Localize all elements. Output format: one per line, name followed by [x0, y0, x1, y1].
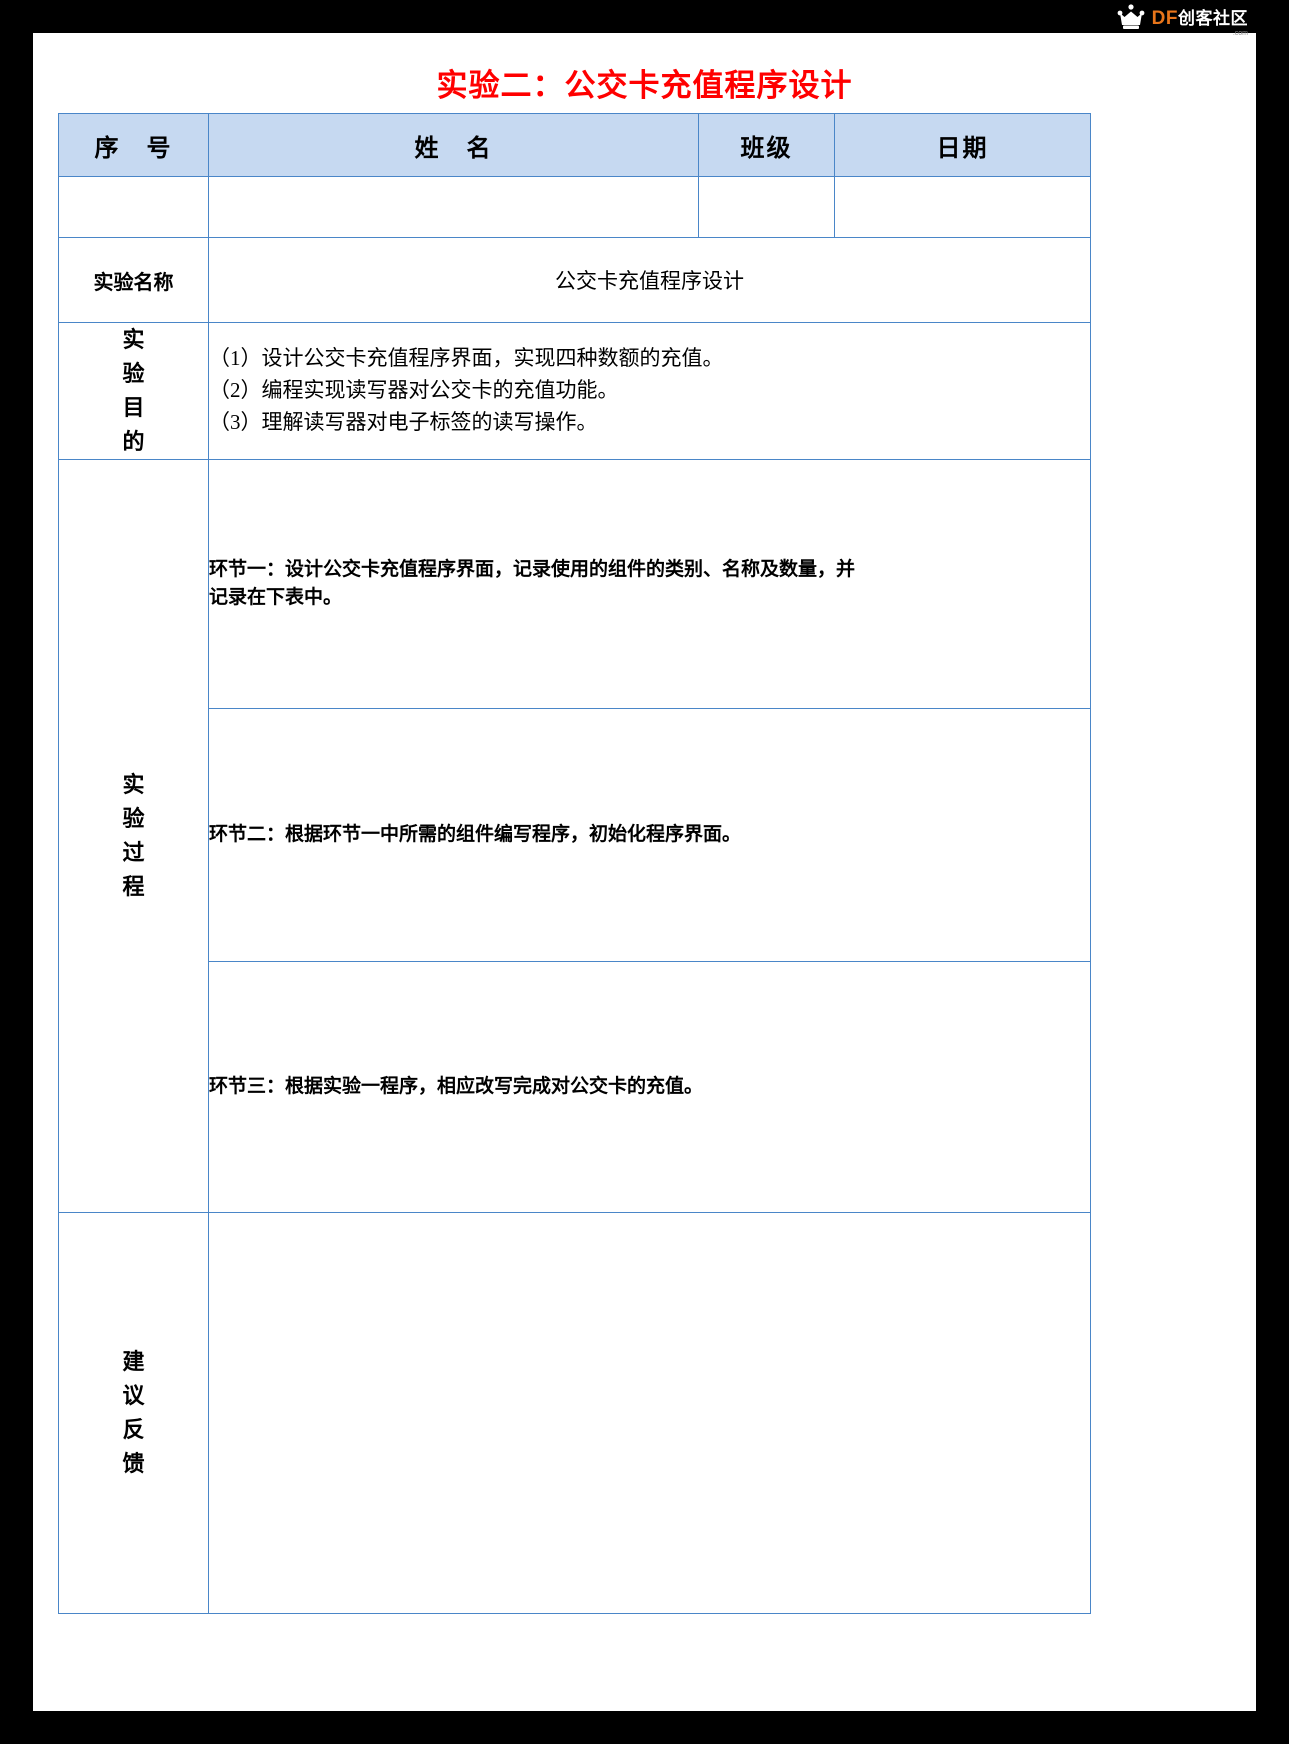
- column-header-no: 序 号: [58, 113, 209, 177]
- process-label-char-0: 实: [122, 772, 145, 798]
- site-logo: DF 创客社区 .com: [1116, 0, 1256, 37]
- table-value-row: [58, 176, 1091, 238]
- feedback-input-cell[interactable]: [208, 1212, 1091, 1615]
- aim-item-2: （2）编程实现读写器对公交卡的充值功能。: [209, 378, 619, 403]
- process-label-char-1: 验: [122, 806, 145, 832]
- aim-item-1: （1）设计公交卡充值程序界面，实现四种数额的充值。: [209, 346, 724, 371]
- experiment-name-value: 公交卡充值程序设计: [208, 237, 1091, 323]
- feedback-label-char-2: 反: [122, 1417, 145, 1443]
- feedback-row: 建 议 反 馈: [58, 1212, 1091, 1615]
- column-header-class: 班级: [698, 113, 835, 177]
- feedback-label-char-3: 馈: [122, 1451, 145, 1477]
- logo-domain-text: .com: [1232, 30, 1248, 37]
- experiment-process-label: 实 验 过 程: [58, 459, 209, 1214]
- crown-robot-icon: [1116, 3, 1146, 30]
- page-title: 实验二：公交卡充值程序设计: [436, 68, 853, 103]
- logo-df-text: DF: [1151, 7, 1178, 29]
- document-page: DF 创客社区 .com 实验二：公交卡充值程序设计 序 号 姓 名 班级 日期: [33, 3, 1256, 1711]
- column-header-date: 日期: [834, 113, 1091, 177]
- process-step-1-row: 实 验 过 程 环节一：设计公交卡充值程序界面，记录使用的组件的类别、名称及数量…: [58, 459, 1091, 1214]
- aim-label-char-0: 实: [122, 327, 145, 352]
- process-step-3-row: 环节三：根据实验一程序，相应改写完成对公交卡的充值。: [59, 961, 1091, 1214]
- step-1-line-2: 记录在下表中。: [209, 587, 343, 609]
- column-header-name: 姓 名: [208, 113, 699, 177]
- experiment-aim-list: （1）设计公交卡充值程序界面，实现四种数额的充值。 （2）编程实现读写器对公交卡…: [208, 321, 1091, 461]
- field-date[interactable]: [834, 176, 1091, 238]
- process-step-2-cell[interactable]: 环节二：根据环节一中所需的组件编写程序，初始化程序界面。: [208, 708, 1091, 963]
- process-label-char-2: 过: [122, 840, 145, 866]
- process-label-char-3: 程: [122, 874, 145, 900]
- experiment-aim-label: 实 验 目 的: [58, 321, 209, 461]
- step-3-line-1: 环节三：根据实验一程序，相应改写完成对公交卡的充值。: [209, 1076, 704, 1098]
- feedback-label: 建 议 反 馈: [58, 1212, 209, 1615]
- experiment-name-label: 实验名称: [58, 237, 209, 323]
- feedback-label-char-0: 建: [122, 1349, 145, 1375]
- aim-item-3: （3）理解读写器对电子标签的读写操作。: [209, 410, 598, 435]
- logo-cn-text: 创客社区: [1178, 8, 1248, 28]
- lab-report-table: 序 号 姓 名 班级 日期 实验名称 公交卡充值程序设计 实 验 目 的 （1）…: [58, 113, 1091, 1615]
- process-step-1-cell[interactable]: 环节一：设计公交卡充值程序界面，记录使用的组件的类别、名称及数量，并 记录在下表…: [208, 459, 1091, 710]
- field-no[interactable]: [58, 176, 209, 238]
- table-header-row: 序 号 姓 名 班级 日期: [58, 113, 1091, 177]
- experiment-name-row: 实验名称 公交卡充值程序设计: [58, 237, 1091, 323]
- process-step-3-cell[interactable]: 环节三：根据实验一程序，相应改写完成对公交卡的充值。: [208, 961, 1091, 1214]
- aim-label-char-2: 目: [122, 395, 145, 421]
- experiment-aim-row: 实 验 目 的 （1）设计公交卡充值程序界面，实现四种数额的充值。 （2）编程实…: [58, 321, 1091, 461]
- aim-label-char-1: 验: [122, 361, 145, 387]
- step-1-line-1: 环节一：设计公交卡充值程序界面，记录使用的组件的类别、名称及数量，并: [209, 558, 856, 580]
- field-name[interactable]: [208, 176, 699, 238]
- feedback-label-char-1: 议: [122, 1383, 145, 1409]
- process-step-2-row: 环节二：根据环节一中所需的组件编写程序，初始化程序界面。: [59, 708, 1091, 963]
- aim-label-char-3: 的: [122, 429, 145, 455]
- step-2-line-1: 环节二：根据环节一中所需的组件编写程序，初始化程序界面。: [209, 824, 742, 846]
- field-class[interactable]: [698, 176, 835, 238]
